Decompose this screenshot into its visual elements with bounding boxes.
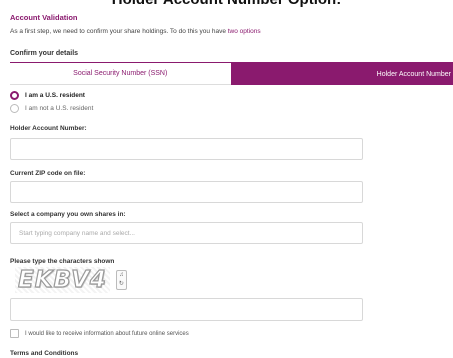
company-select-label: Select a company you own shares in:	[10, 211, 126, 218]
intro-text-body: As a first step, we need to confirm your…	[10, 28, 228, 35]
validation-tabs: Social Security Number (SSN) Holder Acco…	[10, 62, 453, 85]
two-options-link[interactable]: two options	[228, 28, 261, 35]
radio-us-resident-label: I am a U.S. resident	[25, 92, 85, 99]
captcha-controls[interactable]: ♫ ↻	[115, 270, 127, 290]
intro-text: As a first step, we need to confirm your…	[10, 28, 261, 35]
radio-button-unchecked[interactable]	[10, 104, 19, 113]
captcha-input[interactable]	[10, 298, 363, 321]
company-search-input[interactable]: Start typing company name and select...	[10, 222, 363, 244]
radio-us-resident[interactable]: I am a U.S. resident	[10, 91, 85, 100]
tab-ssn[interactable]: Social Security Number (SSN)	[10, 63, 231, 85]
terms-title: Terms and Conditions	[10, 350, 79, 357]
optin-checkbox-row[interactable]: I would like to receive information abou…	[10, 329, 189, 338]
holder-account-number-label: Holder Account Number:	[10, 125, 87, 132]
captcha-image: EKBV4 ♫ ↻	[15, 266, 133, 294]
zip-code-input[interactable]	[10, 181, 363, 203]
captcha-label: Please type the characters shown	[10, 258, 115, 265]
radio-non-us-resident[interactable]: I am not a U.S. resident	[10, 104, 93, 113]
radio-non-us-resident-label: I am not a U.S. resident	[25, 105, 94, 112]
zip-code-label: Current ZIP code on file:	[10, 170, 86, 177]
optin-label: I would like to receive information abou…	[25, 330, 189, 337]
captcha-audio-icon[interactable]: ♫	[119, 272, 124, 279]
radio-button-checked[interactable]	[10, 91, 19, 100]
optin-checkbox[interactable]	[10, 329, 19, 338]
holder-account-number-input[interactable]	[10, 138, 363, 160]
confirm-details-label: Confirm your details	[10, 50, 79, 57]
captcha-characters: EKBV4	[15, 266, 110, 294]
account-validation-title: Account Validation	[10, 13, 78, 22]
captcha-refresh-icon[interactable]: ↻	[119, 281, 124, 288]
tab-holder-account-number[interactable]: Holder Account Number	[230, 63, 453, 85]
page-heading: Holder Account Number Option:	[0, 0, 453, 8]
